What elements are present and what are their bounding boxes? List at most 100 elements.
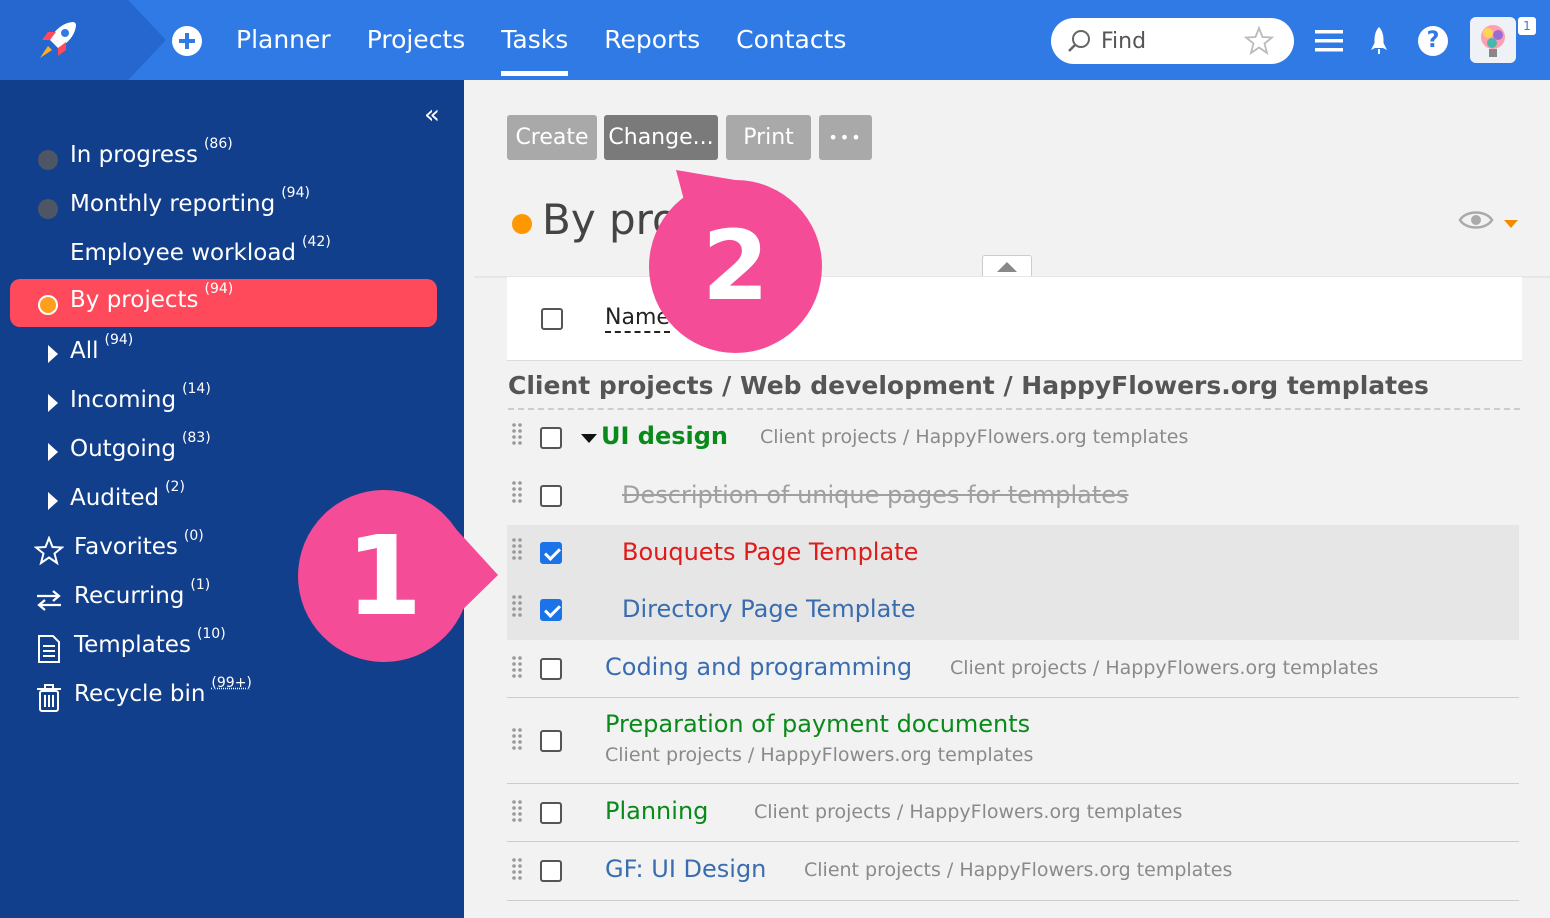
table-row[interactable]: Coding and programming Client projects /… — [507, 640, 1519, 698]
row-checkbox[interactable] — [540, 802, 562, 824]
drag-handle-icon[interactable] — [511, 537, 523, 561]
sidebar-item-monthly-reporting[interactable]: Monthly reporting (94) — [10, 183, 437, 231]
table-row[interactable]: UI design Client projects / HappyFlowers… — [507, 412, 1519, 464]
sidebar-item-label: Recurring — [74, 583, 185, 609]
drag-handle-icon[interactable] — [511, 857, 523, 881]
drag-handle-icon[interactable] — [511, 799, 523, 823]
task-name[interactable]: GF: UI Design — [605, 855, 766, 883]
select-all-checkbox[interactable] — [541, 308, 563, 330]
sidebar-item-count: (2) — [165, 479, 185, 495]
row-checkbox[interactable] — [540, 860, 562, 882]
sidebar-item-count: (99+) — [211, 675, 252, 691]
logo-area[interactable] — [0, 0, 128, 80]
more-actions-button[interactable]: ••• — [819, 115, 872, 160]
sidebar-item-label: Audited — [70, 485, 160, 511]
status-dot-icon — [38, 150, 58, 170]
star-icon — [34, 536, 64, 566]
drag-handle-icon[interactable] — [511, 727, 523, 751]
drag-handle-icon[interactable] — [511, 480, 523, 504]
notification-badge[interactable]: 1 — [1518, 17, 1536, 35]
table-row[interactable]: GF: UI Design Client projects / HappyFlo… — [507, 843, 1519, 901]
table-row[interactable]: Directory Page Template — [507, 582, 1519, 640]
sidebar-item-recycle-bin[interactable]: Recycle bin (99+) — [10, 673, 437, 721]
task-name[interactable]: Preparation of payment documents — [605, 710, 1030, 738]
create-button[interactable]: Create — [507, 115, 597, 160]
collapse-caret-icon[interactable] — [581, 434, 597, 443]
user-avatar[interactable] — [1470, 17, 1516, 63]
table-row[interactable]: Planning Client projects / HappyFlowers.… — [507, 785, 1519, 842]
add-new-button[interactable] — [172, 26, 202, 56]
sidebar-item-count: (94) — [204, 281, 234, 297]
nav-reports[interactable]: Reports — [604, 0, 700, 80]
sidebar-item-all[interactable]: All (94) — [10, 330, 437, 378]
expand-arrow-icon[interactable] — [48, 394, 58, 412]
avatar-image — [1481, 25, 1505, 57]
nav-tasks[interactable]: Tasks — [501, 0, 568, 80]
view-options-caret-icon[interactable] — [1504, 220, 1518, 228]
print-button[interactable]: Print — [726, 115, 811, 160]
divider — [508, 408, 1520, 410]
drag-handle-icon[interactable] — [511, 655, 523, 679]
sidebar-item-incoming[interactable]: Incoming (14) — [10, 379, 437, 427]
title-status-dot — [512, 214, 532, 234]
row-checkbox-checked[interactable] — [540, 599, 562, 621]
table-row[interactable]: Preparation of payment documents Client … — [507, 699, 1519, 784]
sidebar-item-outgoing[interactable]: Outgoing (83) — [10, 428, 437, 476]
main-content: Create Change... Print ••• By proj Name … — [474, 80, 1550, 918]
sidebar-item-label: Recycle bin — [74, 681, 206, 707]
sidebar-item-count: (94) — [281, 185, 310, 201]
sidebar-item-label: Incoming — [70, 387, 177, 413]
sidebar-item-count: (0) — [183, 528, 204, 544]
task-name[interactable]: Directory Page Template — [622, 595, 915, 623]
task-path: Client projects / HappyFlowers.org templ… — [950, 657, 1379, 679]
group-title: Client projects / Web development / Happ… — [508, 371, 1429, 400]
sidebar-item-count: (14) — [182, 381, 211, 397]
drag-handle-icon[interactable] — [511, 594, 523, 618]
main-nav: Planner Projects Tasks Reports Contacts — [236, 0, 882, 80]
nav-contacts[interactable]: Contacts — [736, 0, 846, 80]
sidebar-item-count: (83) — [181, 430, 211, 446]
drag-handle-icon[interactable] — [511, 422, 523, 446]
search-icon — [1068, 30, 1090, 52]
view-options-eye-icon[interactable] — [1458, 208, 1494, 232]
sidebar-item-count: (86) — [203, 136, 233, 152]
sidebar-item-count: (94) — [104, 332, 134, 348]
task-name[interactable]: Description of unique pages for template… — [622, 481, 1129, 509]
nav-projects[interactable]: Projects — [367, 0, 466, 80]
sidebar-item-count: (42) — [302, 234, 331, 250]
expand-arrow-icon[interactable] — [48, 345, 58, 363]
row-checkbox[interactable] — [540, 658, 562, 680]
nav-planner[interactable]: Planner — [236, 0, 331, 80]
task-name[interactable]: Planning — [605, 797, 708, 825]
task-name[interactable]: Bouquets Page Template — [622, 538, 918, 566]
expand-arrow-icon[interactable] — [48, 443, 58, 461]
help-button[interactable]: ? — [1418, 26, 1448, 56]
logo-arrow-shape — [128, 0, 166, 80]
row-checkbox-checked[interactable] — [540, 542, 562, 564]
table-row[interactable]: Bouquets Page Template — [507, 525, 1519, 582]
sidebar-item-employee-workload[interactable]: Employee workload (42) — [10, 232, 437, 280]
sidebar-item-by-projects[interactable]: By projects (94) — [10, 279, 437, 327]
menu-icon[interactable] — [1312, 24, 1346, 58]
selected-rows-group: Bouquets Page Template Directory Page Te… — [507, 525, 1519, 640]
row-checkbox[interactable] — [540, 730, 562, 752]
rocket-icon[interactable] — [1362, 24, 1396, 58]
table-row[interactable]: Description of unique pages for template… — [507, 468, 1519, 524]
change-button[interactable]: Change... — [604, 115, 718, 160]
favorite-star-icon[interactable] — [1244, 26, 1274, 56]
document-template-icon — [38, 635, 60, 663]
expand-arrow-icon[interactable] — [48, 492, 58, 510]
task-name[interactable]: Coding and programming — [605, 653, 912, 681]
row-checkbox[interactable] — [540, 485, 562, 507]
collapse-header-toggle[interactable] — [982, 255, 1032, 277]
search-input[interactable] — [1101, 24, 1241, 58]
callout-1: 1 — [298, 490, 470, 662]
sidebar-item-count: (1) — [190, 577, 211, 593]
sidebar-item-label: In progress — [70, 142, 198, 168]
sidebar-item-label: Outgoing — [70, 436, 176, 462]
collapse-sidebar-icon[interactable]: « — [424, 100, 440, 130]
task-name[interactable]: UI design — [601, 422, 728, 450]
row-checkbox[interactable] — [540, 427, 562, 449]
sidebar-item-in-progress[interactable]: In progress (86) — [10, 134, 437, 182]
sidebar-item-label: Monthly reporting — [70, 191, 276, 217]
